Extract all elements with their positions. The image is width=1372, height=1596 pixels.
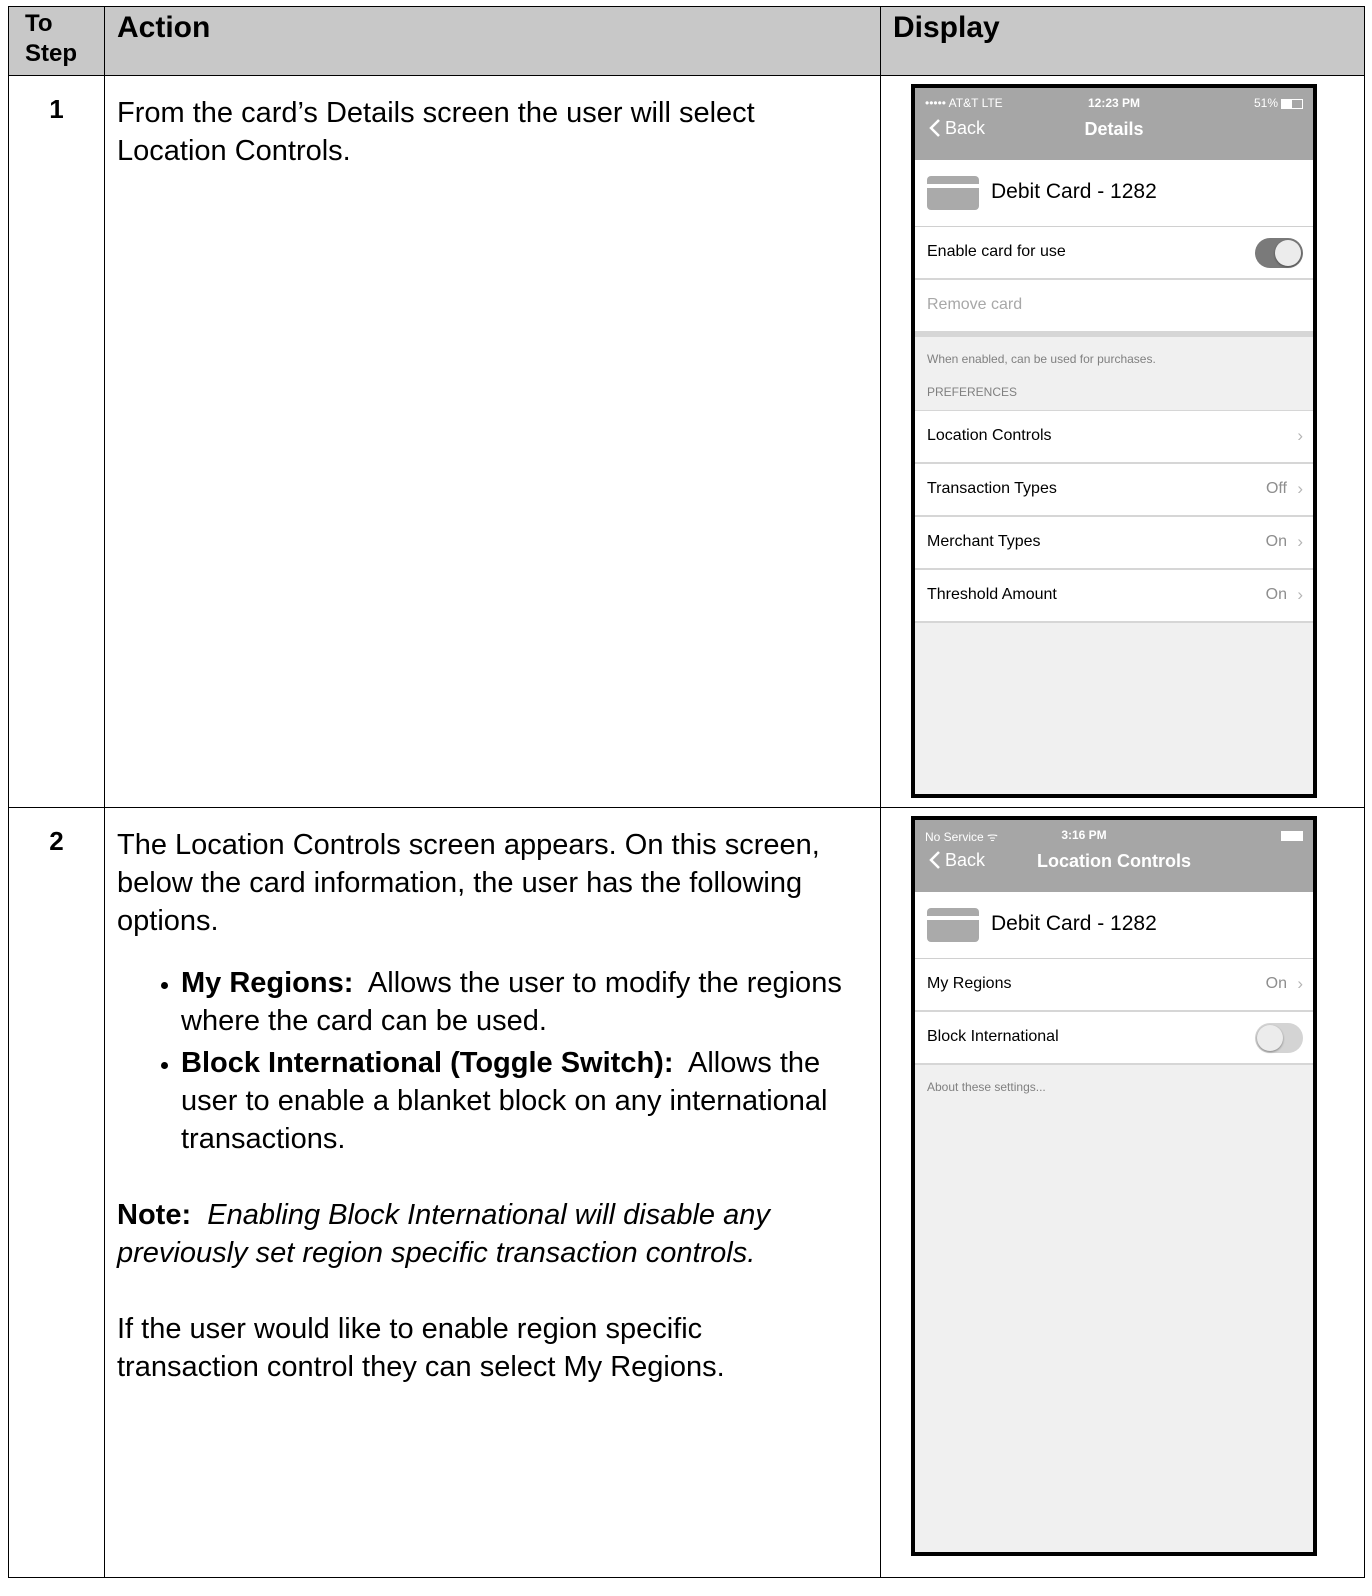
battery-icon	[1281, 830, 1303, 841]
chevron-right-icon: ›	[1297, 479, 1303, 498]
list-item-label: Location Controls	[927, 427, 1052, 444]
step-number: 2	[8, 807, 105, 1578]
option-term: My Regions:	[181, 967, 354, 999]
clock-label: 3:16 PM	[1061, 828, 1107, 842]
card-icon	[927, 176, 979, 210]
display-cell: No Service ᯤ 3:16 PM Back Location Contr…	[880, 807, 1365, 1578]
closing-paragraph: If the user would like to enable region …	[117, 1313, 725, 1383]
note-text: Enabling Block International will disabl…	[117, 1199, 778, 1269]
block-international-toggle[interactable]	[1255, 1023, 1303, 1053]
table-row: 2 The Location Controls screen appears. …	[8, 807, 1365, 1578]
my-regions-value: On	[1265, 975, 1287, 992]
battery-indicator: 51%	[1254, 96, 1303, 110]
status-bar: ••••• AT&T LTE 12:23 PM 51%	[925, 96, 1303, 110]
list-item-value: Off	[1265, 480, 1287, 497]
enable-card-label: Enable card for use	[927, 243, 1066, 260]
battery-fill	[1282, 99, 1293, 108]
list-item-threshold-amount[interactable]: Threshold Amount On ›	[915, 570, 1313, 623]
procedure-table: To Step Action Display 1 From the card’s…	[8, 6, 1365, 1578]
about-settings-link[interactable]: About these settings...	[915, 1065, 1313, 1101]
action-cell: The Location Controls screen appears. On…	[104, 807, 881, 1578]
block-international-row: Block International	[915, 1012, 1313, 1065]
my-regions-label: My Regions	[927, 975, 1012, 992]
list-item-value: On	[1265, 586, 1287, 603]
header-display: Display	[880, 6, 1365, 76]
action-intro: The Location Controls screen appears. On…	[117, 829, 820, 937]
card-label: Debit Card - 1282	[991, 180, 1157, 203]
nav-bar: ••••• AT&T LTE 12:23 PM 51% Back Details	[915, 88, 1313, 160]
step-number: 1	[8, 75, 105, 808]
list-item-label: Merchant Types	[927, 533, 1041, 550]
enable-footnote: When enabled, can be used for purchases.	[927, 352, 1156, 366]
list-item-label: Transaction Types	[927, 480, 1057, 497]
table-header-row: To Step Action Display	[8, 6, 1365, 76]
note-paragraph: Note: Enabling Block International will …	[117, 1196, 852, 1272]
table-row: 1 From the card’s Details screen the use…	[8, 75, 1365, 808]
chevron-right-icon: ›	[1297, 974, 1303, 993]
card-icon	[927, 908, 979, 942]
card-header: Debit Card - 1282	[915, 160, 1313, 227]
remove-card-label: Remove card	[927, 296, 1023, 313]
list-item-value: On	[1265, 533, 1287, 550]
chevron-right-icon: ›	[1297, 426, 1303, 445]
card-header: Debit Card - 1282	[915, 892, 1313, 959]
status-bar: No Service ᯤ 3:16 PM	[925, 828, 1303, 844]
header-step: To Step	[8, 6, 105, 76]
battery-fill	[1282, 831, 1302, 840]
battery-icon	[1281, 98, 1303, 109]
list-item-my-regions[interactable]: My Regions On ›	[915, 959, 1313, 1012]
clock-label: 12:23 PM	[1087, 96, 1141, 110]
nav-bar: No Service ᯤ 3:16 PM Back Location Contr…	[915, 820, 1313, 892]
list-item: Block International (Toggle Switch): All…	[181, 1044, 852, 1158]
card-label: Debit Card - 1282	[991, 912, 1157, 935]
screen-title: Details	[1084, 119, 1144, 139]
battery-indicator	[1278, 828, 1303, 842]
display-cell: ••••• AT&T LTE 12:23 PM 51% Back Details…	[880, 75, 1365, 808]
option-term: Block International (Toggle Switch):	[181, 1047, 674, 1079]
screen-title: Location Controls	[1037, 851, 1191, 871]
list-item: My Regions: Allows the user to modify th…	[181, 964, 852, 1040]
chevron-right-icon: ›	[1297, 585, 1303, 604]
block-international-label: Block International	[927, 1028, 1059, 1045]
battery-percent: 51%	[1253, 96, 1278, 110]
preferences-header: PREFERENCES	[915, 373, 1313, 411]
remove-card-row[interactable]: Remove card	[915, 280, 1313, 333]
header-action: Action	[104, 6, 881, 76]
action-text: From the card’s Details screen the user …	[117, 97, 755, 167]
phone-screenshot-details: ••••• AT&T LTE 12:23 PM 51% Back Details…	[911, 84, 1317, 798]
list-item-merchant-types[interactable]: Merchant Types On ›	[915, 517, 1313, 570]
action-cell: From the card’s Details screen the user …	[104, 75, 881, 808]
options-list: My Regions: Allows the user to modify th…	[117, 964, 852, 1158]
chevron-right-icon: ›	[1297, 532, 1303, 551]
list-item-transaction-types[interactable]: Transaction Types Off ›	[915, 464, 1313, 517]
list-item-label: Threshold Amount	[927, 586, 1057, 603]
enable-card-row: Enable card for use	[915, 227, 1313, 280]
note-label: Note:	[117, 1199, 192, 1231]
enable-card-toggle[interactable]	[1255, 238, 1303, 268]
list-item-location-controls[interactable]: Location Controls ›	[915, 411, 1313, 464]
phone-screenshot-location-controls: No Service ᯤ 3:16 PM Back Location Contr…	[911, 816, 1317, 1556]
